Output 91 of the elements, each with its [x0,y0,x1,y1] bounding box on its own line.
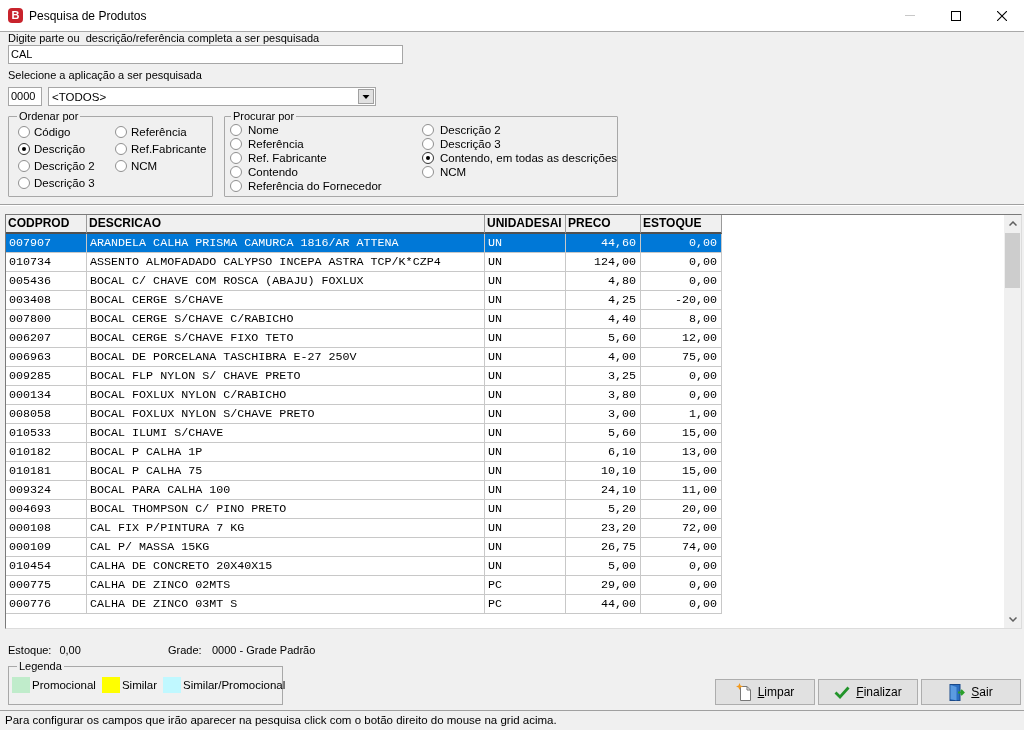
table-row[interactable]: 005436 BOCAL C/ CHAVE COM ROSCA (ABAJU) FOXLUX UN 4,80 0,00 [6,272,722,291]
radio-label[interactable]: Referência [248,138,304,150]
column-header[interactable]: DESCRICAO [87,215,485,234]
chevron-down-icon[interactable] [1008,617,1017,622]
clear-button[interactable]: Limpar [715,679,815,705]
table-row[interactable]: 010181 BOCAL P CALHA 75 UN 10,10 15,00 [6,462,722,481]
table-row[interactable]: 007907 ARANDELA CALHA PRISMA CAMURCA 1816/AR ATTENA UN 44,60 0,00 [6,234,722,253]
radio-label[interactable]: Código [34,125,71,138]
radio-button[interactable] [422,166,434,178]
radio-button[interactable] [18,125,30,138]
radio-label[interactable]: Nome [248,124,279,136]
table-cell: PC [485,595,566,614]
radio-label[interactable]: Contendo, em todas as descrições [440,152,618,164]
legend-label: Similar/Promocional [183,678,286,691]
radio-label[interactable]: Descrição 3 [34,176,95,189]
search-field[interactable]: CAL [8,45,403,64]
scrollbar-track[interactable] [1004,215,1021,628]
table-cell: 0,00 [641,595,722,614]
legend-label: Similar [121,678,158,691]
radio-label[interactable]: Referência do Fornecedor [248,180,382,192]
table-row[interactable]: 009285 BOCAL FLP NYLON S/ CHAVE PRETO UN 3,25 0,00 [6,367,722,386]
grade-value: 0000 - Grade Padrão [212,644,316,657]
column-header[interactable]: ESTOQUE [641,215,722,234]
table-row[interactable]: 006207 BOCAL CERGE S/CHAVE FIXO TETO UN 5,60 12,00 [6,329,722,348]
checkmark-icon [834,685,851,699]
radio-button[interactable] [422,124,434,136]
radio-button[interactable] [422,138,434,150]
chevron-up-icon[interactable] [1008,221,1017,226]
radio-button[interactable] [115,159,127,172]
caret-icon[interactable] [358,89,374,104]
panel-title: Procurar por [232,110,296,123]
door-icon [949,683,966,701]
radio-button[interactable] [422,152,434,164]
legend-label: Promocional [32,678,96,691]
finish-button[interactable]: Finalizar [818,679,918,705]
exit-button[interactable]: Sair [921,679,1021,705]
application-code-field[interactable]: 0000 [8,87,42,106]
radio-button[interactable] [230,166,242,178]
table-row[interactable]: 000109 CAL P/ MASSA 15KG UN 26,75 74,00 [6,538,722,557]
column-header[interactable]: PRECO [566,215,641,234]
radio-button[interactable] [18,142,30,155]
table-cell: CALHA DE ZINCO 03MT S [87,595,485,614]
column-header[interactable]: CODPROD [6,215,87,234]
radio-label[interactable]: NCM [440,166,467,178]
application-label: Selecione a aplicação a ser pesquisada [8,69,202,82]
table-row[interactable]: 007800 BOCAL CERGE S/CHAVE C/RABICHO UN 4,40 8,00 [6,310,722,329]
stock-value: 0,00 [59,644,81,657]
grade-label: Grade: [168,644,202,657]
radio-button[interactable] [18,176,30,189]
radio-label[interactable]: Descrição 3 [440,138,501,150]
radio-button[interactable] [230,180,242,192]
table-row[interactable]: 004693 BOCAL THOMPSON C/ PINO PRETO UN 5,20 20,00 [6,500,722,519]
radio-label[interactable]: NCM [131,159,158,172]
column-header[interactable]: UNIDADESAI [485,215,566,234]
scrollbar-thumb[interactable] [1005,233,1020,288]
radio-label[interactable]: Referência [131,125,187,138]
radio-label[interactable]: Descrição 2 [34,159,95,172]
radio-button[interactable] [230,152,242,164]
table-cell: 000776 [6,595,87,614]
radio-label[interactable]: Contendo [248,166,298,178]
radio-label[interactable]: Descrição [34,142,86,155]
table-row[interactable]: 003408 BOCAL CERGE S/CHAVE UN 4,25 -20,00 [6,291,722,310]
table-row[interactable]: 000775 CALHA DE ZINCO 02MTS PC 29,00 0,00 [6,576,722,595]
table-row[interactable]: 000776 CALHA DE ZINCO 03MT S PC 44,00 0,00 [6,595,722,614]
table-row[interactable]: 000108 CAL FIX P/PINTURA 7 KG UN 23,20 72,00 [6,519,722,538]
search-label: Digite parte ou descrição/referência completa a ser pesquisada [8,32,320,45]
app-logo: B [8,8,23,23]
new-document-icon [735,683,752,701]
table-row[interactable]: 010182 BOCAL P CALHA 1P UN 6,10 13,00 [6,443,722,462]
table-row[interactable]: 010454 CALHA DE CONCRETO 20X40X15 UN 5,00 0,00 [6,557,722,576]
radio-button[interactable] [115,125,127,138]
table-row[interactable]: 010734 ASSENTO ALMOFADADO CALYPSO INCEPA ASTRA TCP/K*CZP4 UN 124,00 0,00 [6,253,722,272]
radio-label[interactable]: Ref.Fabricante [131,142,207,155]
window-title: Pesquisa de Produtos [29,8,147,23]
table-cell: 44,00 [566,595,641,614]
table-row[interactable]: 008058 BOCAL FOXLUX NYLON S/CHAVE PRETO UN 3,00 1,00 [6,405,722,424]
radio-button[interactable] [230,138,242,150]
panel-title: Ordenar por [18,110,80,123]
table-row[interactable]: 009324 BOCAL PARA CALHA 100 UN 24,10 11,00 [6,481,722,500]
radio-label[interactable]: Descrição 2 [440,124,501,136]
table-row[interactable]: 006963 BOCAL DE PORCELANA TASCHIBRA E-27 250V UN 4,00 75,00 [6,348,722,367]
radio-label[interactable]: Ref. Fabricante [248,152,327,164]
stock-label: Estoque: [8,644,52,657]
status-bar: Para configurar os campos que irão aparecer na pesquisa click com o botão direito do mouse na grid acima. [0,710,1024,730]
table-row[interactable]: 010533 BOCAL ILUMI S/CHAVE UN 5,60 15,00 [6,424,722,443]
panel-title: Legenda [18,660,63,673]
radio-button[interactable] [115,142,127,155]
radio-button[interactable] [18,159,30,172]
table-row[interactable]: 000134 BOCAL FOXLUX NYLON C/RABICHO UN 3,80 0,00 [6,386,722,405]
application-dropdown[interactable]: <TODOS> [48,87,376,106]
radio-button[interactable] [230,124,242,136]
